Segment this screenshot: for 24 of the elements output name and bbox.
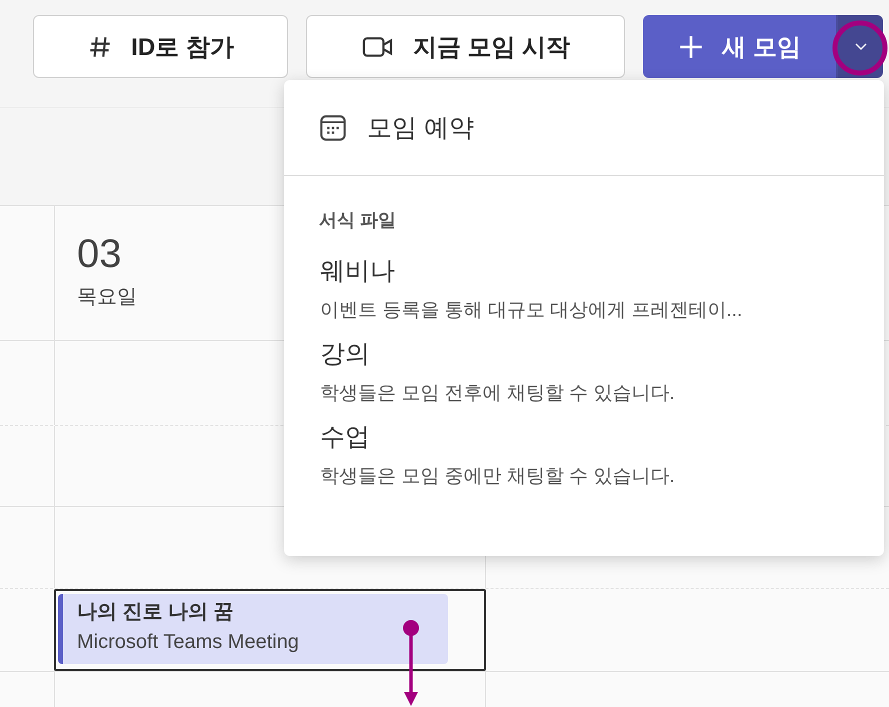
- calendar-slot[interactable]: 나의 진로 나의 꿈 Microsoft Teams Meeting: [54, 589, 486, 671]
- chevron-down-icon: [854, 42, 866, 50]
- calendar-icon: [319, 114, 347, 142]
- toolbar-button[interactable]: 지금 모임 시작: [306, 15, 625, 78]
- template-title: 수업: [320, 422, 371, 453]
- event-title: 나의 진로 나의 꿈: [77, 600, 235, 625]
- template-title: 강의: [320, 339, 371, 370]
- plus-icon: [678, 34, 704, 60]
- schedule-meeting-item[interactable]: 모임 예약: [284, 80, 884, 175]
- calendar-event[interactable]: 나의 진로 나의 꿈 Microsoft Teams Meeting: [58, 594, 448, 664]
- section-title: 서식 파일: [318, 209, 398, 232]
- template-description: 학생들은 모임 중에만 채팅할 수 있습니다.: [320, 465, 676, 489]
- weekday: 목요일: [77, 285, 137, 310]
- template-item[interactable]: 수업 학생들은 모임 중에만 채팅할 수 있습니다.: [284, 412, 884, 495]
- template-description: 이벤트 등록을 통해 대규모 대상에게 프레젠테이...: [320, 299, 744, 323]
- template-title: 웨비나: [320, 256, 396, 287]
- day-number: 03: [77, 232, 122, 277]
- new-meeting-button[interactable]: 새 모임: [643, 15, 836, 78]
- event-subtitle: Microsoft Teams Meeting: [77, 631, 300, 654]
- template-description: 학생들은 모임 전후에 채팅할 수 있습니다.: [320, 382, 676, 406]
- annotation-circle: [830, 18, 889, 78]
- toolbar-button[interactable]: ID로 참가: [33, 15, 288, 78]
- template-item[interactable]: 웨비나 이벤트 등록을 통해 대규모 대상에게 프레젠테이...: [284, 246, 884, 329]
- template-item[interactable]: 강의 학생들은 모임 전후에 채팅할 수 있습니다.: [284, 329, 884, 412]
